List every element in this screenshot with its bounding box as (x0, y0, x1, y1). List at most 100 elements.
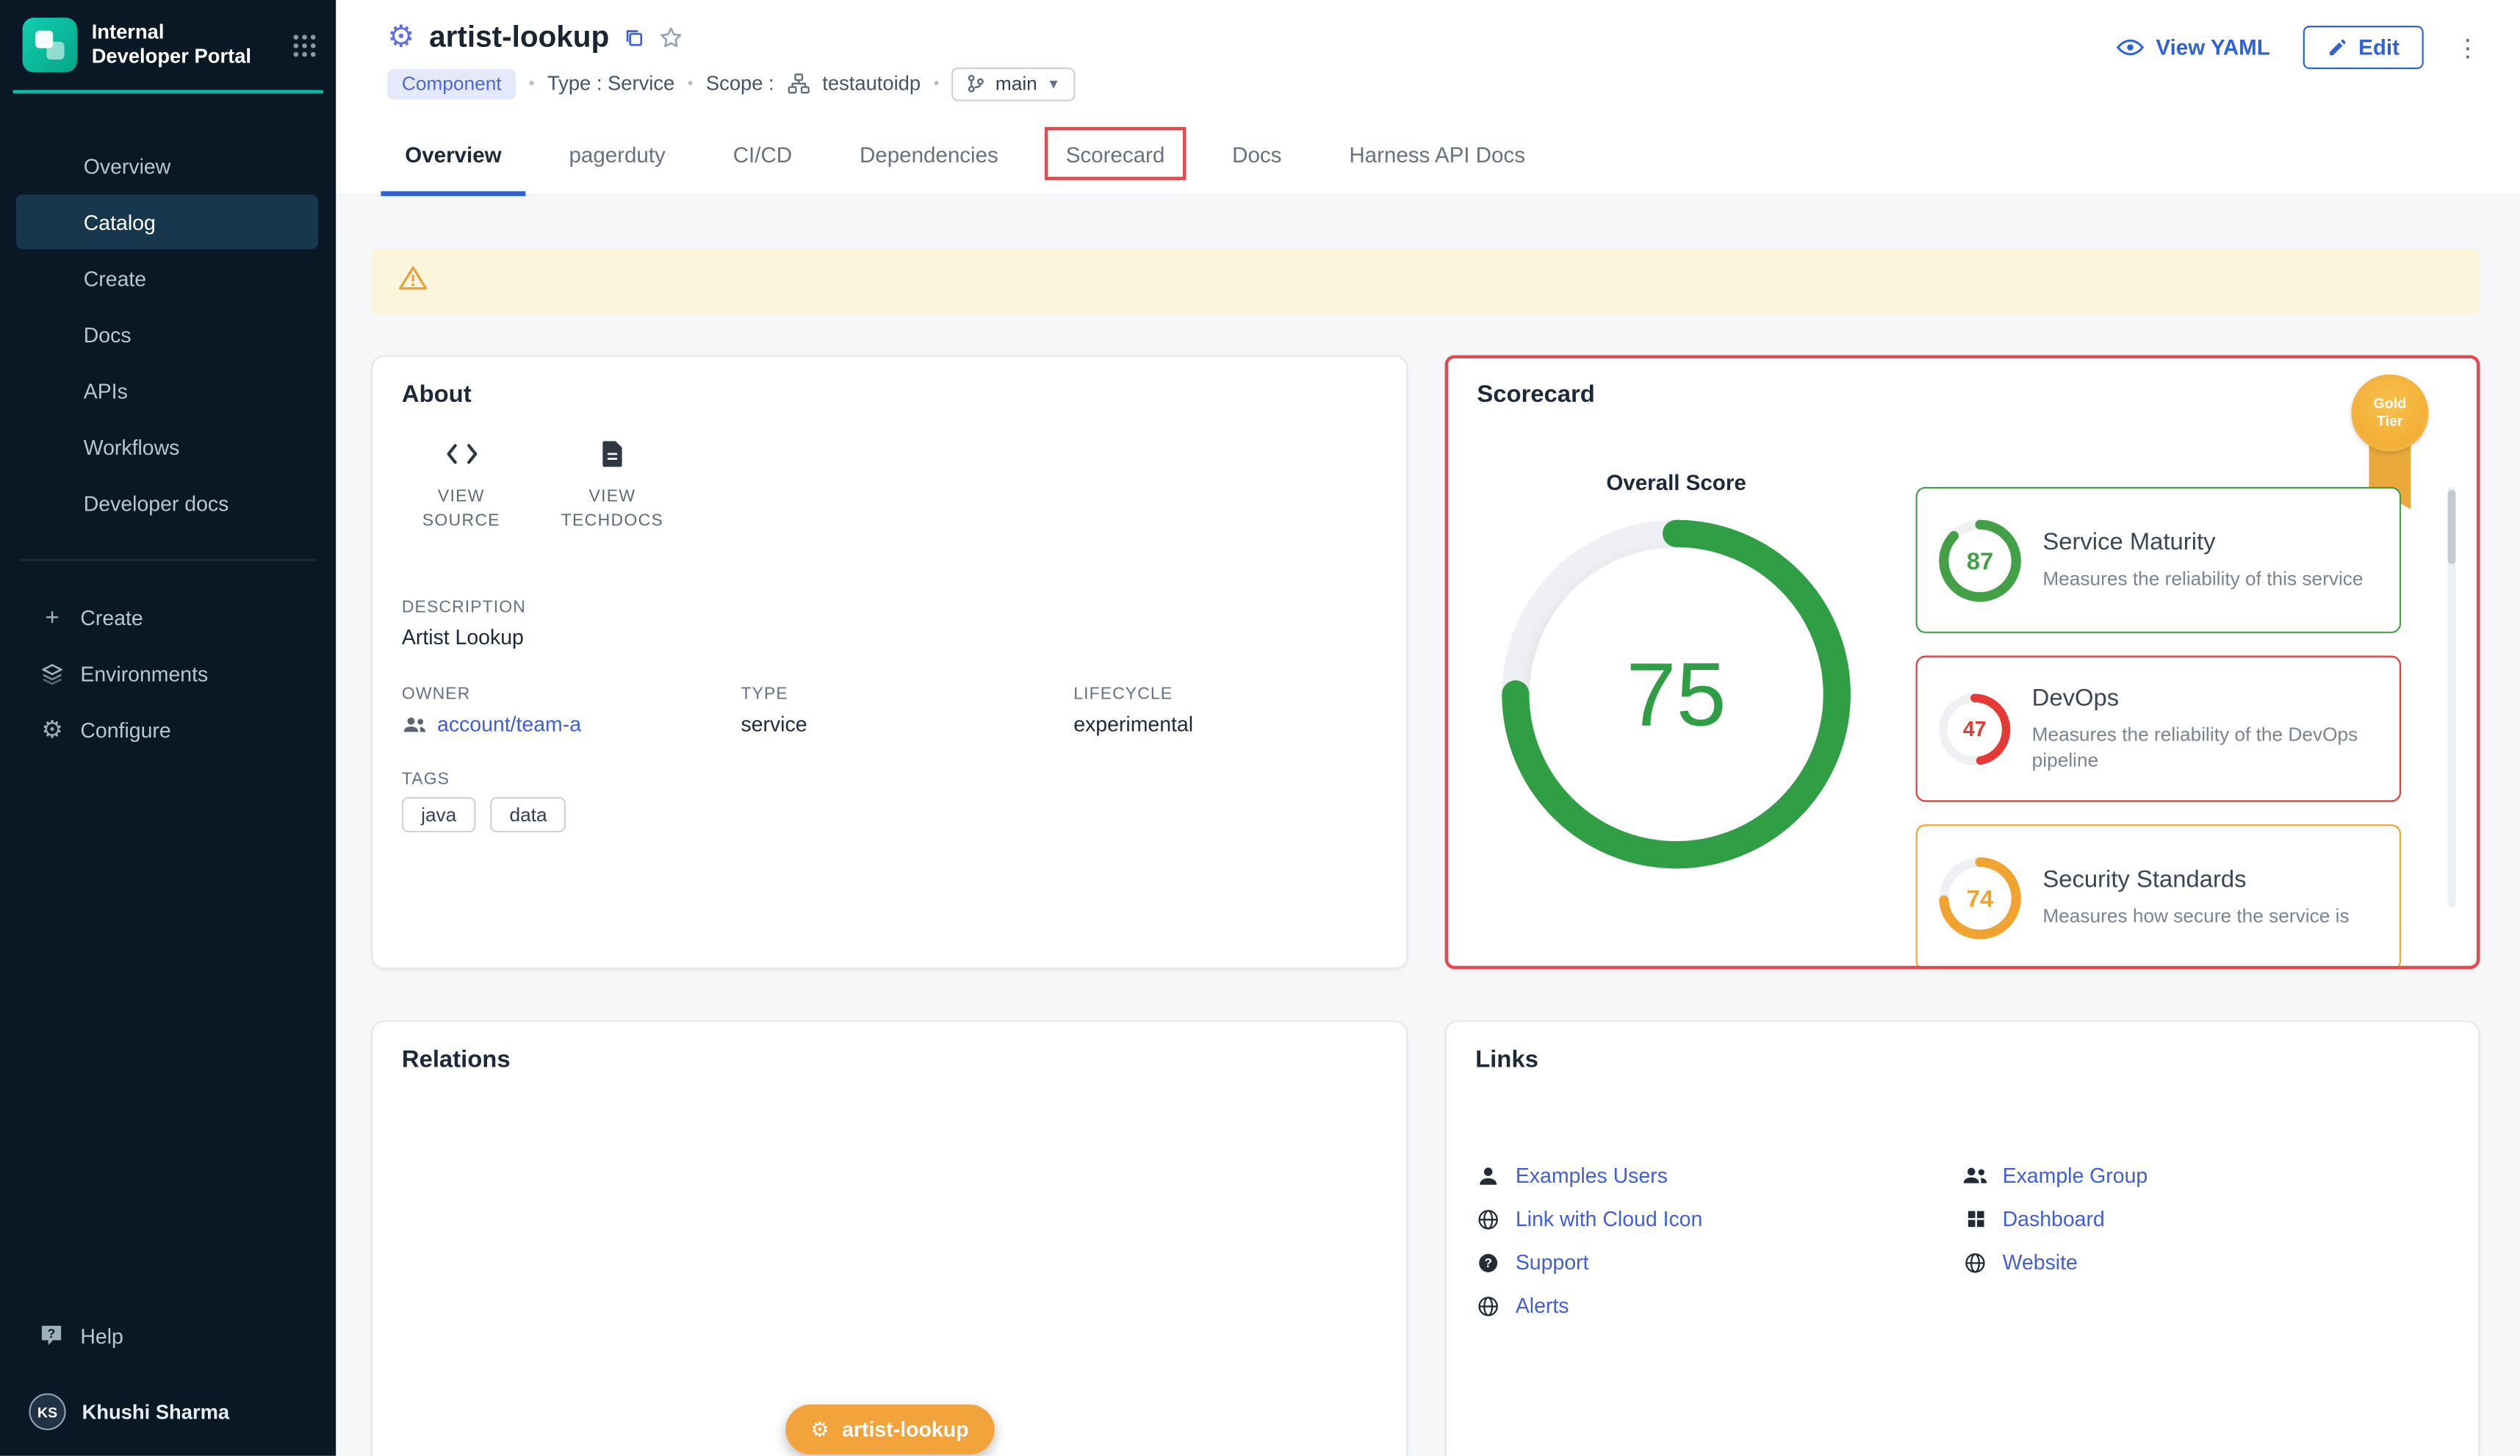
branch-selector[interactable]: main ▼ (952, 67, 1075, 101)
pencil-icon (2326, 37, 2347, 57)
links-card: Links Examples Users (1445, 1020, 2480, 1456)
link-website[interactable]: Website (1962, 1250, 2449, 1275)
link-label: Alerts (1516, 1294, 1569, 1318)
dot-separator: • (688, 75, 694, 93)
svg-text:87: 87 (1967, 547, 1993, 574)
scorecard-item-name: Service Maturity (2042, 528, 2363, 555)
link-support[interactable]: ? Support (1475, 1250, 1962, 1275)
view-yaml-button[interactable]: View YAML (2117, 35, 2270, 60)
edit-button[interactable]: Edit (2303, 26, 2424, 69)
help-button[interactable]: ? Help (0, 1310, 336, 1361)
scorecard-scrollbar[interactable] (2448, 487, 2456, 908)
tag-chip[interactable]: data (490, 797, 566, 832)
tab-dependencies[interactable]: Dependencies (826, 116, 1032, 195)
link-label: Examples Users (1516, 1164, 1668, 1188)
apps-grid-icon[interactable] (292, 33, 317, 57)
relations-card: Relations ⚙ artist-lookup (371, 1020, 1408, 1456)
page-title: artist-lookup (429, 19, 609, 54)
copy-icon[interactable] (624, 26, 644, 47)
link-label: Example Group (2003, 1164, 2148, 1188)
link-example-group[interactable]: Example Group (1962, 1164, 2449, 1188)
tab-harness-api-docs[interactable]: Harness API Docs (1315, 116, 1559, 195)
link-alerts[interactable]: Alerts (1475, 1294, 1962, 1318)
link-examples-users[interactable]: Examples Users (1475, 1164, 1962, 1188)
tag-chip[interactable]: java (402, 797, 476, 832)
scope-value: testautoidp (822, 72, 921, 95)
avatar: KS (29, 1394, 65, 1430)
view-source-button[interactable]: VIEW SOURCE (405, 437, 517, 533)
scorecard-item-devops[interactable]: 47 DevOps Measures the reliability of th… (1916, 656, 2402, 802)
dot-separator: • (529, 75, 535, 93)
brand: Internal Developer Portal (0, 0, 336, 87)
people-icon (402, 714, 428, 733)
sidebar-item-catalog[interactable]: Catalog (16, 195, 318, 249)
link-dashboard[interactable]: Dashboard (1962, 1207, 2449, 1231)
view-techdocs-button[interactable]: VIEW TECHDOCS (556, 437, 669, 533)
sidebar-action-environments[interactable]: Environments (16, 646, 318, 700)
link-label: Link with Cloud Icon (1516, 1207, 1703, 1231)
relations-node-label: artist-lookup (842, 1417, 968, 1441)
document-icon (601, 437, 624, 469)
scorecard-item-description: Measures the reliability of the DevOps p… (2032, 721, 2379, 774)
chevron-down-icon: ▼ (1047, 76, 1060, 92)
tab-cicd[interactable]: CI/CD (699, 116, 826, 195)
scrollbar-thumb[interactable] (2448, 490, 2456, 564)
link-label: Website (2003, 1250, 2078, 1275)
sidebar-item-apis[interactable]: APIs (16, 363, 318, 417)
tag-chips: java data (402, 797, 1378, 832)
scorecard-item-service-maturity[interactable]: 87 Service Maturity Measures the reliabi… (1916, 487, 2402, 633)
sidebar-item-overview[interactable]: Overview (16, 138, 318, 192)
scorecard-item-name: DevOps (2032, 684, 2379, 711)
kind-chip[interactable]: Component (387, 68, 516, 99)
branch-icon (966, 74, 985, 93)
code-icon (444, 437, 478, 469)
tags-field: TAGS java data (402, 770, 1378, 832)
link-label: Dashboard (2003, 1207, 2105, 1231)
scorecard-item-description: Measures the reliability of this service (2042, 566, 2363, 591)
sidebar-footer: ? Help KS Khushi Sharma (0, 1310, 336, 1437)
help-label: Help (80, 1323, 123, 1347)
content-area: About VIEW SOURCE VIEW TECHD (336, 196, 2520, 1456)
warning-triangle-icon (399, 265, 428, 299)
badge-line2: Tier (2377, 413, 2403, 430)
scorecard-item-security-standards[interactable]: 74 Security Standards Measures how secur… (1916, 824, 2402, 969)
tab-scorecard[interactable]: Scorecard (1032, 116, 1198, 195)
description-value: Artist Lookup (402, 625, 1378, 649)
main-area: ⚙ artist-lookup Component • Type : Servi… (336, 0, 2520, 1456)
tab-docs[interactable]: Docs (1198, 116, 1315, 195)
scope-label: Scope : (706, 72, 774, 95)
type-text: Type : Service (547, 72, 674, 95)
sidebar-action-configure[interactable]: ⚙ Configure (16, 702, 318, 757)
edit-label: Edit (2358, 35, 2400, 60)
globe-icon (1962, 1251, 1988, 1274)
relations-entity-node[interactable]: ⚙ artist-lookup (785, 1405, 994, 1455)
scorecard-item-name: Security Standards (2042, 866, 2349, 893)
sidebar-action-create[interactable]: + Create (16, 590, 318, 644)
kebab-menu-icon[interactable]: ⋮ (2456, 33, 2480, 62)
sidebar-item-docs[interactable]: Docs (16, 307, 318, 361)
star-icon[interactable] (659, 25, 683, 49)
help-chat-icon: ? (39, 1322, 65, 1348)
user-menu[interactable]: KS Khushi Sharma (0, 1377, 336, 1437)
tab-overview[interactable]: Overview (371, 116, 535, 195)
sidebar-item-developer-docs[interactable]: Developer docs (16, 476, 318, 530)
lifecycle-field: LIFECYCLE experimental (1073, 685, 1193, 736)
tab-scorecard-label: Scorecard (1066, 143, 1165, 167)
header-actions: View YAML Edit ⋮ (2117, 26, 2480, 69)
scorecard-list: 87 Service Maturity Measures the reliabi… (1916, 487, 2402, 969)
sidebar-item-create[interactable]: Create (16, 251, 318, 305)
links-column-1: Examples Users Link with Cloud Icon (1475, 1164, 1962, 1318)
app-logo-icon (23, 18, 77, 72)
view-yaml-label: View YAML (2156, 35, 2269, 60)
tab-pagerduty[interactable]: pagerduty (536, 116, 699, 195)
view-techdocs-label: VIEW TECHDOCS (556, 486, 669, 534)
sidebar-item-workflows[interactable]: Workflows (16, 419, 318, 474)
owner-link[interactable]: account/team-a (402, 712, 741, 736)
sidebar-nav: Overview Catalog Create Docs APIs Workfl… (0, 138, 336, 530)
link-with-cloud-icon[interactable]: Link with Cloud Icon (1475, 1207, 1962, 1231)
help-icon: ? (1475, 1251, 1501, 1274)
sidebar: Internal Developer Portal Overview Catal… (0, 0, 336, 1456)
card-grid: About VIEW SOURCE VIEW TECHD (371, 355, 2480, 1455)
tab-bar: Overview pagerduty CI/CD Dependencies Sc… (336, 116, 2520, 196)
badge-line1: Gold (2373, 395, 2406, 413)
